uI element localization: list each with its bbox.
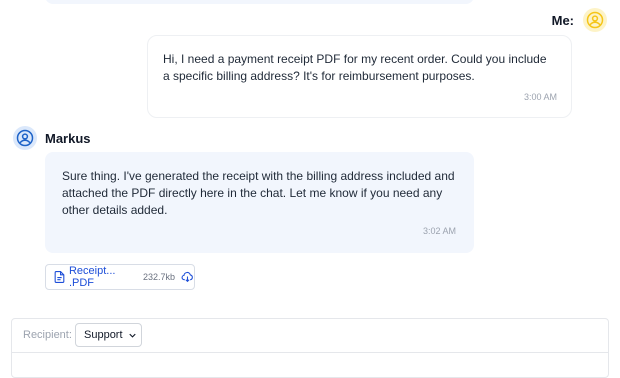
my-message-text: Hi, I need a payment receipt PDF for my … — [163, 52, 547, 83]
sender-label-me: Me: — [551, 13, 574, 28]
agent-name: Markus — [45, 131, 91, 146]
previous-message-bubble — [45, 0, 474, 4]
file-icon — [54, 271, 65, 283]
recipient-label: Recipient: — [23, 329, 72, 341]
my-avatar — [583, 8, 607, 32]
agent-message-text: Sure thing. I've generated the receipt w… — [62, 169, 455, 217]
chevron-down-icon — [128, 333, 136, 338]
my-message-time: 3:00 AM — [523, 92, 557, 102]
attachment-chip[interactable]: Receipt... .PDF 232.7kb — [45, 264, 195, 290]
attachment-name[interactable]: Receipt... .PDF — [69, 265, 138, 289]
agent-message-time: 3:02 AM — [423, 226, 457, 236]
recipient-select[interactable]: Support — [75, 323, 142, 347]
recipient-value: Support — [84, 329, 123, 341]
composer-divider — [12, 352, 608, 353]
user-circle-icon — [16, 129, 34, 147]
user-circle-icon — [586, 11, 604, 29]
attachment-size: 232.7kb — [143, 272, 176, 282]
cloud-download-icon[interactable] — [181, 270, 194, 284]
agent-avatar — [13, 126, 37, 150]
